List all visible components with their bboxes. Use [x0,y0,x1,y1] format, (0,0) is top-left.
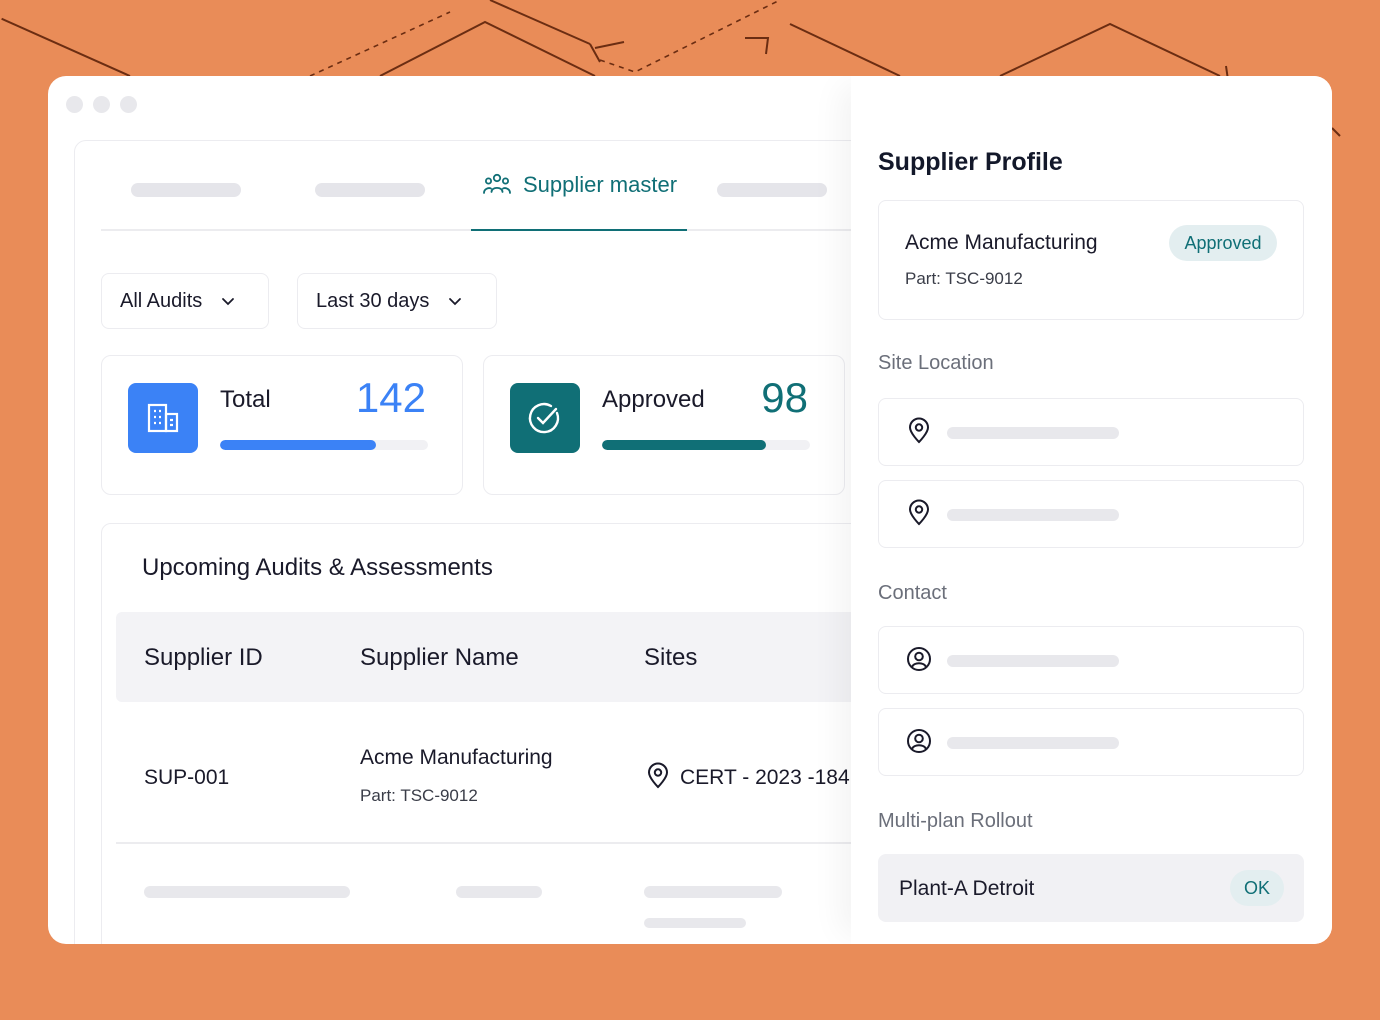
supplier-name: Acme Manufacturing [360,746,553,769]
stat-label: Approved [602,386,705,413]
page-background: Supplier master All Audits Last 30 days [0,0,1380,1020]
profile-name: Acme Manufacturing [905,231,1098,254]
row-placeholder [644,918,746,928]
chevron-down-icon [449,298,462,306]
location-placeholder [947,509,1119,521]
stat-value: 98 [761,374,808,421]
progress-fill [602,440,767,450]
row-placeholder [144,886,350,898]
user-circle-icon [907,729,931,753]
section-title: Upcoming Audits & Assessments [142,554,493,581]
supplier-id: SUP-001 [144,766,230,789]
dropdown-value: Last 30 days [316,289,430,312]
location-pin-icon [647,762,669,789]
user-circle-icon [907,647,931,671]
window-dot[interactable] [93,96,110,113]
supplier-profile-panel: Supplier Profile Acme Manufacturing Part… [851,76,1332,944]
stat-label: Total [220,386,271,413]
window-dot[interactable] [120,96,137,113]
tab-placeholder[interactable] [717,183,827,197]
column-header[interactable]: Sites [644,644,697,672]
contact-card[interactable] [878,626,1304,694]
location-pin-icon [908,417,930,444]
location-pin-icon [908,499,930,526]
rollout-item[interactable]: Plant-A Detroit OK [878,854,1304,922]
stat-value: 142 [355,374,426,421]
section-label: Multi-plan Rollout [878,810,1033,832]
table-header: Supplier ID Supplier Name Sites [116,612,876,702]
app-window: Supplier master All Audits Last 30 days [48,76,1332,944]
status-badge: OK [1230,870,1284,906]
location-card[interactable] [878,480,1304,548]
column-header[interactable]: Supplier ID [144,644,263,672]
chevron-down-icon [222,298,235,306]
dropdown-value: All Audits [120,289,203,312]
users-group-icon [483,173,511,194]
stat-icon-box [128,383,198,453]
stat-icon-box [510,383,580,453]
site-cert: CERT - 2023 -184 [680,766,850,789]
date-range-dropdown[interactable]: Last 30 days [297,273,497,329]
upcoming-audits-card: Upcoming Audits & Assessments Supplier I… [101,523,876,944]
contact-card[interactable] [878,708,1304,776]
rollout-plant-name: Plant-A Detroit [899,877,1035,900]
panel-title: Supplier Profile [878,148,1063,176]
tab-placeholder[interactable] [131,183,241,197]
tab-label: Supplier master [522,172,678,197]
building-icon [147,403,179,433]
row-placeholder [456,886,542,898]
location-placeholder [947,427,1119,439]
stat-card-total: Total 142 [101,355,463,495]
progress-fill [220,440,376,450]
table-row[interactable]: SUP-001 Acme Manufacturing Part: TSC-901… [116,702,876,844]
progress-bar [602,440,810,450]
section-label: Contact [878,582,947,604]
column-header[interactable]: Supplier Name [360,644,519,672]
row-placeholder [644,886,782,898]
status-badge: Approved [1169,225,1277,261]
progress-bar [220,440,428,450]
audit-type-dropdown[interactable]: All Audits [101,273,269,329]
section-label: Site Location [878,352,994,374]
tab-supplier-master[interactable]: Supplier master [471,141,687,231]
profile-summary-card[interactable]: Acme Manufacturing Part: TSC-9012 Approv… [878,200,1304,320]
contact-placeholder [947,737,1119,749]
supplier-app: Supplier master All Audits Last 30 days [74,140,876,944]
profile-part: Part: TSC-9012 [905,269,1023,288]
window-controls [66,96,137,113]
tab-placeholder[interactable] [315,183,425,197]
check-circle-icon [528,402,560,434]
contact-placeholder [947,655,1119,667]
window-dot[interactable] [66,96,83,113]
location-card[interactable] [878,398,1304,466]
stat-card-approved: Approved 98 [483,355,845,495]
supplier-part: Part: TSC-9012 [360,786,478,805]
tab-bar: Supplier master [101,141,861,231]
